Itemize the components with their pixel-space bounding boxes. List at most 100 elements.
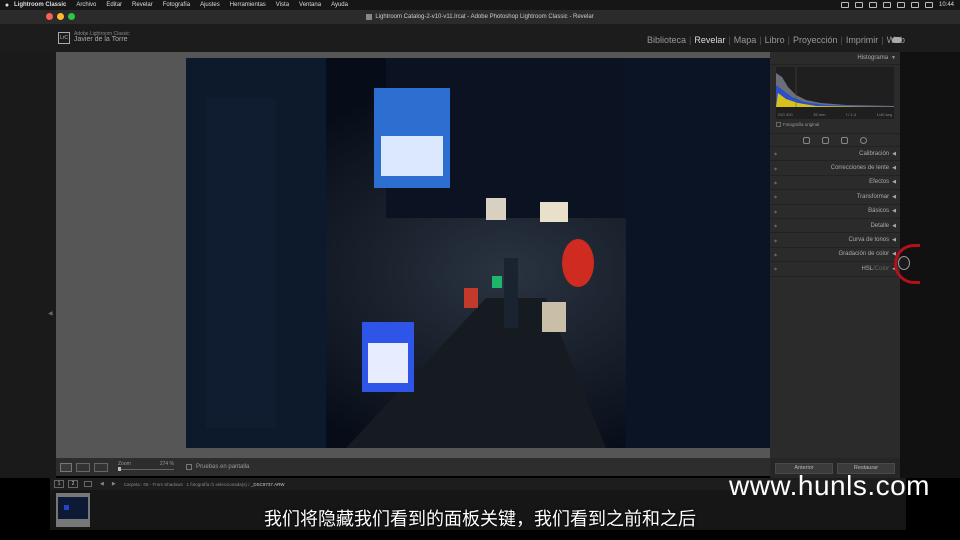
menu-ajustes[interactable]: Ajustes	[200, 2, 220, 8]
expand-triangle-icon[interactable]: ◀	[892, 237, 896, 243]
menu-ayuda[interactable]: Ayuda	[331, 2, 348, 8]
expand-triangle-icon[interactable]: ◀	[892, 208, 896, 214]
prev-arrow-icon[interactable]: ◀	[100, 481, 104, 487]
menu-archivo[interactable]: Archivo	[76, 2, 96, 8]
expand-triangle-icon[interactable]: ◀	[892, 223, 896, 229]
panel-switch-icon[interactable]: ◆	[774, 180, 777, 185]
dropbox-icon[interactable]	[868, 2, 877, 8]
module-biblioteca[interactable]: Biblioteca	[644, 35, 689, 45]
section-calibracion[interactable]: ◆ Calibración ◀	[770, 147, 900, 162]
section-label: Transformar	[856, 193, 890, 200]
folder-path[interactable]: Carpeta : 06 - From Shadows	[124, 482, 183, 487]
soft-proofing-label: Pruebas en pantalla	[196, 464, 250, 470]
section-correcciones-lente[interactable]: ◆ Correcciones de lente ◀	[770, 161, 900, 176]
crop-icon[interactable]	[803, 136, 810, 144]
exif-iso: ISO 320	[778, 112, 793, 117]
exif-shutter: 1/40 seg	[876, 112, 892, 117]
bluetooth-icon[interactable]	[882, 2, 891, 8]
panel-switch-icon[interactable]: ◆	[774, 238, 777, 243]
module-imprimir[interactable]: Imprimir	[843, 35, 882, 45]
section-label: Correcciones de lente	[830, 165, 890, 172]
module-proyeccion[interactable]: Proyección	[790, 35, 841, 45]
section-detalle[interactable]: ◆ Detalle ◀	[770, 219, 900, 234]
soft-proofing-checkbox[interactable]	[186, 464, 192, 470]
expand-triangle-icon[interactable]: ◀	[892, 151, 896, 157]
minimize-window-button[interactable]	[57, 13, 64, 20]
panel-switch-icon[interactable]: ◆	[774, 194, 777, 199]
menu-ventana[interactable]: Ventana	[299, 2, 321, 8]
section-transformar[interactable]: ◆ Transformar ◀	[770, 190, 900, 205]
module-mapa[interactable]: Mapa	[731, 35, 760, 45]
zoom-control: Zoom 274 %	[116, 461, 176, 473]
before-after-button[interactable]	[76, 462, 90, 472]
histogram[interactable]: ISO 320 35 mm f / 1,4 1/40 seg	[776, 67, 894, 119]
section-label: Gradación de color	[838, 251, 890, 258]
section-hsl-color[interactable]: ◆ HSL / Color ◀	[770, 262, 900, 277]
menu-revelar[interactable]: Revelar	[132, 2, 153, 8]
panel-switch-icon[interactable]: ◆	[774, 223, 777, 228]
left-panel-collapsed: ◀	[0, 52, 56, 478]
soft-proofing-toggle[interactable]: Pruebas en pantalla	[186, 464, 249, 470]
window-title: Lightroom Catalog-2-v10-v11.lrcat - Adob…	[375, 14, 594, 20]
grid-view-icon[interactable]	[84, 481, 92, 487]
maximize-window-button[interactable]	[68, 13, 75, 20]
camera-icon[interactable]	[840, 2, 849, 8]
masking-icon[interactable]	[860, 136, 867, 144]
right-panel: Histograma ▼ ISO 320 35 mm f / 1,4 1/40 …	[770, 52, 900, 478]
exif-aperture: f / 1,4	[846, 112, 857, 117]
panel-switch-icon[interactable]: ◆	[774, 209, 777, 214]
original-photo-checkbox[interactable]	[776, 122, 781, 127]
clock[interactable]: 10:44	[939, 2, 954, 8]
exif-focal: 35 mm	[813, 112, 826, 117]
screen-icon[interactable]	[854, 2, 863, 8]
apple-menu-icon[interactable]: ●	[0, 2, 14, 9]
catalog-file-icon	[366, 14, 373, 20]
section-curva-tonos[interactable]: ◆ Curva de tonos ◀	[770, 233, 900, 248]
battery-icon[interactable]	[896, 2, 905, 8]
section-label: Detalle	[870, 222, 890, 229]
healing-brush-icon[interactable]	[822, 136, 829, 144]
photo-preview[interactable]	[186, 58, 770, 448]
window-title-bar: Lightroom Catalog-2-v10-v11.lrcat - Adob…	[0, 10, 960, 24]
menu-herramientas[interactable]: Herramientas	[230, 2, 266, 8]
cloud-sync-icon[interactable]	[892, 37, 902, 43]
file-name[interactable]: _DSC9737.ARW	[251, 482, 285, 487]
expand-triangle-icon[interactable]: ◀	[892, 179, 896, 185]
histogram-header[interactable]: Histograma ▼	[770, 52, 900, 65]
menu-editar[interactable]: Editar	[106, 2, 122, 8]
image-canvas[interactable]	[56, 52, 770, 458]
panel-switch-icon[interactable]: ◆	[774, 166, 777, 171]
menu-vista[interactable]: Vista	[276, 2, 289, 8]
wifi-icon[interactable]	[910, 2, 919, 8]
expand-triangle-icon[interactable]: ◀	[892, 165, 896, 171]
section-hsl-label[interactable]: HSL	[861, 266, 873, 272]
zoom-slider-thumb[interactable]	[118, 467, 121, 471]
monitor-1-button[interactable]: 1	[54, 480, 64, 488]
left-panel-toggle-icon[interactable]: ◀	[48, 310, 53, 317]
develop-toolbar: Zoom 274 % Pruebas en pantalla	[56, 458, 770, 476]
module-revelar[interactable]: Revelar	[691, 35, 728, 45]
before-after-swap-button[interactable]	[94, 462, 108, 472]
collapse-triangle-icon[interactable]: ▼	[891, 55, 896, 61]
section-basicos[interactable]: ◆ Básicos ◀	[770, 205, 900, 219]
section-color-label[interactable]: Color	[875, 266, 889, 272]
search-icon[interactable]	[924, 2, 933, 8]
panel-switch-icon[interactable]: ◆	[774, 266, 777, 271]
panel-switch-icon[interactable]: ◆	[774, 252, 777, 257]
monitor-2-button[interactable]: 2	[68, 480, 78, 488]
menu-app[interactable]: Lightroom Classic	[14, 2, 66, 8]
close-window-button[interactable]	[46, 13, 53, 20]
zoom-slider-track[interactable]	[118, 469, 174, 470]
section-efectos[interactable]: ◆ Efectos ◀	[770, 176, 900, 191]
user-name: Javier de la Torre	[74, 36, 128, 43]
module-libro[interactable]: Libro	[762, 35, 788, 45]
section-gradacion-color[interactable]: ◆ Gradación de color ◀	[770, 248, 900, 263]
original-photo-toggle[interactable]: Fotografía original	[776, 122, 894, 127]
menu-fotografia[interactable]: Fotografía	[163, 2, 190, 8]
mouse-cursor-icon	[898, 256, 910, 270]
next-arrow-icon[interactable]: ▶	[112, 481, 116, 487]
panel-switch-icon[interactable]: ◆	[774, 151, 777, 156]
expand-triangle-icon[interactable]: ◀	[892, 194, 896, 200]
red-eye-icon[interactable]	[841, 136, 848, 144]
loupe-view-button[interactable]	[60, 462, 72, 472]
